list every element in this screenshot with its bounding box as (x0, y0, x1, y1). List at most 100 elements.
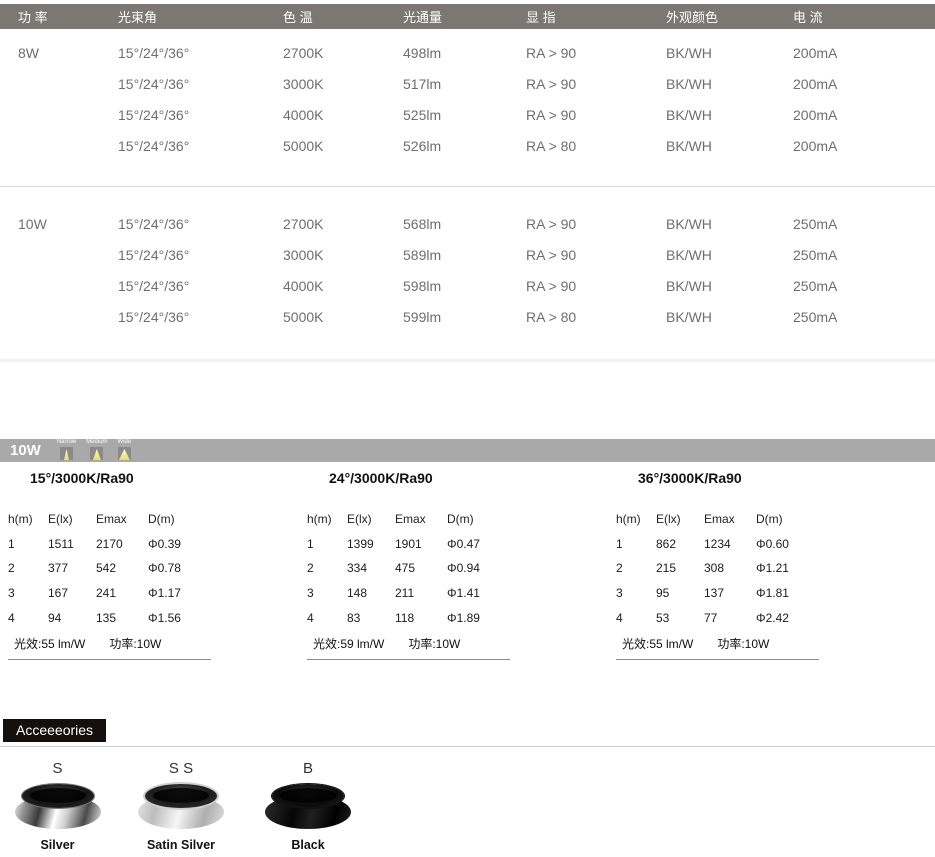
spec-group-10w: 10W 15°/24°/36° 2700K 568lm RA > 90 BK/W… (0, 208, 935, 332)
header-current: 电 流 (793, 7, 935, 26)
accessory-satin-silver: S S Satin Silver (122, 760, 240, 852)
cell: 862 (656, 537, 704, 551)
photometry-wattage-label: 10W (10, 439, 41, 462)
beam-value: 15°/24°/36° (118, 247, 283, 263)
table-row: 15°/24°/36° 3000K 517lm RA > 90 BK/WH 20… (0, 68, 935, 99)
power-value: 8W (18, 45, 118, 61)
col-header: h(m) (8, 512, 48, 526)
col-header: Emax (96, 512, 148, 526)
photometry-bar: 10W Narrow Medium Wide (0, 439, 935, 462)
beam-value: 15°/24°/36° (118, 107, 283, 123)
color-value: BK/WH (666, 247, 793, 263)
cri-value: RA > 90 (526, 45, 666, 61)
beam-value: 15°/24°/36° (118, 45, 283, 61)
accessory-code: B (258, 760, 358, 782)
header-flux: 光通量 (403, 7, 526, 26)
beam-medium-label: Medium (86, 439, 107, 446)
color-value: BK/WH (666, 216, 793, 232)
cell: 1511 (48, 537, 96, 551)
cct-value: 2700K (283, 45, 403, 61)
table-row: 15°/24°/36° 5000K 526lm RA > 80 BK/WH 20… (0, 130, 935, 161)
color-value: BK/WH (666, 309, 793, 325)
reflector-satin-silver-image (138, 784, 224, 829)
col-header: h(m) (307, 512, 347, 526)
photometry-grid: h(m) E(lx) Emax D(m) 1 862 1234 Φ0.60 2 … (616, 507, 831, 630)
photometry-footer: 光效:55 lm/W 功率:10W (8, 630, 211, 660)
cri-value: RA > 90 (526, 216, 666, 232)
cell: 118 (395, 611, 447, 625)
col-header: h(m) (616, 512, 656, 526)
photometry-footer: 光效:55 lm/W 功率:10W (616, 630, 819, 660)
photometry-table-36deg: 36°/3000K/Ra90 h(m) E(lx) Emax D(m) 1 86… (616, 470, 831, 660)
cell: 148 (347, 586, 395, 600)
cell: 1901 (395, 537, 447, 551)
accessory-code: S (10, 760, 105, 782)
photometry-table-24deg: 24°/3000K/Ra90 h(m) E(lx) Emax D(m) 1 13… (307, 470, 522, 660)
accessory-label: Black (258, 838, 358, 852)
section-divider (0, 746, 935, 747)
photometry-grid: h(m) E(lx) Emax D(m) 1 1511 2170 Φ0.39 2… (8, 507, 223, 630)
power-value: 功率:10W (717, 635, 769, 652)
cell: 1 (307, 537, 347, 551)
color-value: BK/WH (666, 45, 793, 61)
cell: 1234 (704, 537, 756, 551)
cct-value: 5000K (283, 138, 403, 154)
photometry-footer: 光效:59 lm/W 功率:10W (307, 630, 510, 660)
photometry-table-title: 15°/3000K/Ra90 (30, 470, 223, 490)
table-row: 10W 15°/24°/36° 2700K 568lm RA > 90 BK/W… (0, 208, 935, 239)
cell: 542 (96, 561, 148, 575)
cell: 77 (704, 611, 756, 625)
beam-wide: Wide (118, 439, 132, 460)
cell: Φ1.56 (148, 611, 212, 625)
cell: 334 (347, 561, 395, 575)
beam-angle-icons: Narrow Medium Wide (57, 439, 131, 462)
cell: 83 (347, 611, 395, 625)
power-value: 功率:10W (109, 635, 161, 652)
cell: 4 (307, 611, 347, 625)
cell: Φ1.21 (756, 561, 820, 575)
photometry-table-title: 24°/3000K/Ra90 (329, 470, 522, 490)
beam-medium-icon (90, 447, 103, 460)
efficacy-value: 光效:55 lm/W (622, 635, 693, 652)
flux-value: 599lm (403, 309, 526, 325)
cell: Φ0.94 (447, 561, 511, 575)
flux-value: 568lm (403, 216, 526, 232)
cct-value: 2700K (283, 216, 403, 232)
cell: 1 (8, 537, 48, 551)
cell: Φ1.17 (148, 586, 212, 600)
current-value: 200mA (793, 138, 935, 154)
col-header: E(lx) (347, 512, 395, 526)
beam-value: 15°/24°/36° (118, 76, 283, 92)
beam-narrow: Narrow (57, 439, 76, 460)
cell: 2170 (96, 537, 148, 551)
flux-value: 498lm (403, 45, 526, 61)
header-power: 功 率 (18, 7, 118, 26)
header-cri: 显 指 (526, 7, 666, 26)
col-header: E(lx) (48, 512, 96, 526)
efficacy-value: 光效:55 lm/W (14, 635, 85, 652)
beam-narrow-icon (60, 447, 73, 460)
cell: 308 (704, 561, 756, 575)
flux-value: 589lm (403, 247, 526, 263)
beam-value: 15°/24°/36° (118, 216, 283, 232)
col-header: Emax (704, 512, 756, 526)
cell: Φ1.41 (447, 586, 511, 600)
spec-group-8w: 8W 15°/24°/36° 2700K 498lm RA > 90 BK/WH… (0, 37, 935, 161)
cell: Φ0.60 (756, 537, 820, 551)
cell: 241 (96, 586, 148, 600)
cct-value: 4000K (283, 278, 403, 294)
cell: 135 (96, 611, 148, 625)
cell: 3 (307, 586, 347, 600)
current-value: 250mA (793, 216, 935, 232)
cri-value: RA > 90 (526, 247, 666, 263)
photometry-table-15deg: 15°/3000K/Ra90 h(m) E(lx) Emax D(m) 1 15… (8, 470, 223, 660)
header-finish-color: 外观颜色 (666, 7, 793, 26)
cct-value: 3000K (283, 76, 403, 92)
cri-value: RA > 90 (526, 76, 666, 92)
beam-value: 15°/24°/36° (118, 309, 283, 325)
header-cct: 色 温 (283, 7, 403, 26)
accessory-label: Silver (10, 838, 105, 852)
cell: 167 (48, 586, 96, 600)
efficacy-value: 光效:59 lm/W (313, 635, 384, 652)
current-value: 200mA (793, 107, 935, 123)
